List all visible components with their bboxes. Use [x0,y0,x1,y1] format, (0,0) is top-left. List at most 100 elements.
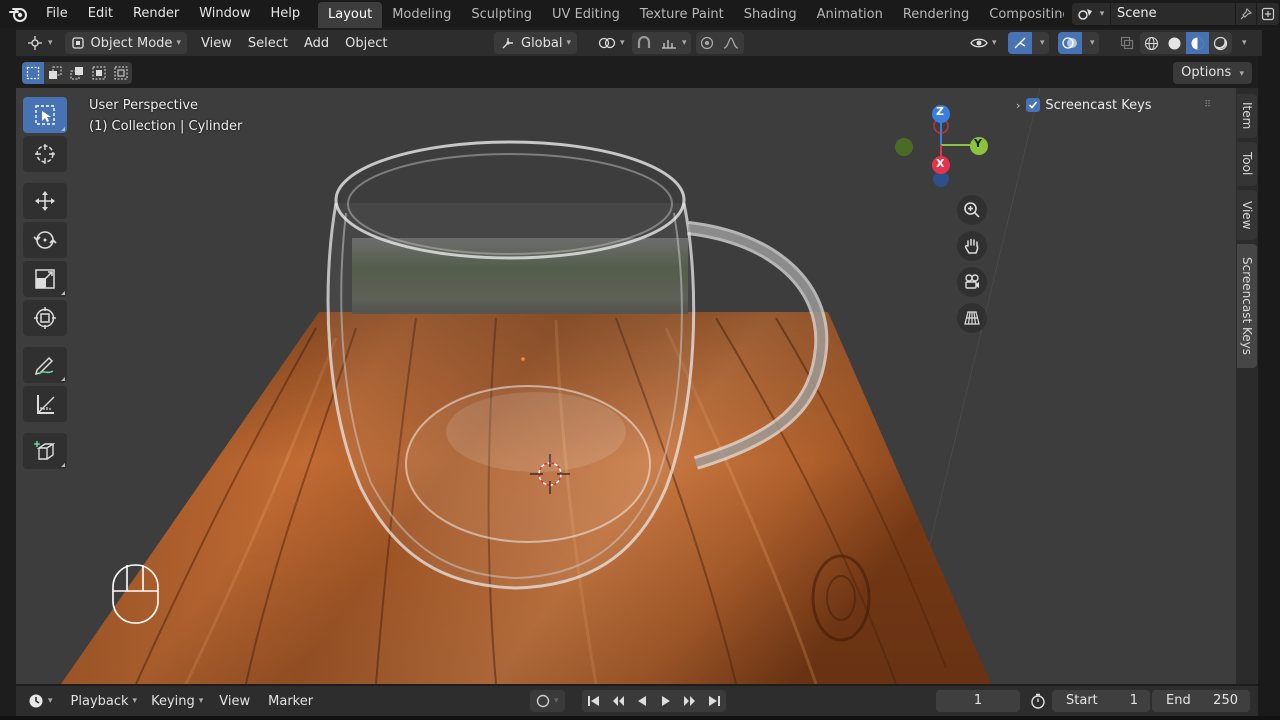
tab-rendering[interactable]: Rendering [893,2,979,28]
pivot-icon [598,37,616,49]
menu-select[interactable]: Select [242,32,294,54]
falloff-dropdown[interactable] [718,32,744,54]
tool-annotate[interactable] [23,347,67,383]
tab-layout[interactable]: Layout [318,2,383,28]
overlays-toggle[interactable] [1058,32,1082,54]
screencast-panel-header[interactable]: › Screencast Keys ⠿ [1016,94,1226,116]
drag-handle-icon[interactable]: ⠿ [1204,100,1211,110]
visibility-dropdown[interactable]: ▾ [964,32,1003,54]
tab-sculpting[interactable]: Sculpting [461,2,542,28]
tool-move[interactable] [23,183,67,219]
snap-toggle[interactable] [632,32,656,54]
scene-browse-button[interactable]: ▾ [1072,3,1110,25]
tool-cursor[interactable] [23,136,67,172]
transform-orientation-dropdown[interactable]: Global ▾ [494,32,578,54]
play-reverse-icon[interactable] [630,690,654,712]
camera-view-button[interactable] [957,267,987,297]
menu-help[interactable]: Help [261,2,311,26]
tool-scale[interactable] [23,261,67,297]
options-label: Options [1181,65,1232,80]
sidebar-tab-view[interactable]: View [1237,190,1257,240]
auto-keying-toggle[interactable]: ▾ [530,690,565,712]
tool-settings-row: Options ▾ [16,58,1262,88]
menu-object[interactable]: Object [339,32,393,54]
tab-animation[interactable]: Animation [807,2,893,28]
menu-add[interactable]: Add [298,32,335,54]
tab-uv-editing[interactable]: UV Editing [542,2,630,28]
screencast-checkbox[interactable] [1026,98,1041,112]
sidebar-tab-tool[interactable]: Tool [1237,142,1257,186]
select-subtract-mode[interactable] [66,62,88,84]
options-dropdown[interactable]: Options ▾ [1173,62,1252,84]
xray-toggle[interactable] [1114,32,1140,54]
tool-transform[interactable] [23,300,67,336]
tool-select-box[interactable] [23,97,67,133]
object-mode-icon [71,37,84,49]
chevron-down-icon: ▾ [48,38,53,48]
menu-timeline-view[interactable]: View [213,690,256,712]
pivot-point-dropdown[interactable]: ▾ [592,32,631,54]
select-intersect-icon [114,66,128,80]
jump-keyframe-back-icon[interactable] [606,690,630,712]
current-frame-field[interactable]: 1 [936,690,1020,712]
menu-window[interactable]: Window [189,2,260,26]
select-extend-mode[interactable] [44,62,66,84]
menu-marker[interactable]: Marker [262,690,319,712]
jump-end-icon[interactable] [702,690,726,712]
select-new-mode[interactable] [22,62,44,84]
shading-rendered[interactable] [1209,32,1232,54]
menu-playback[interactable]: Playback ▾ [65,690,144,712]
shading-solid[interactable] [1163,32,1186,54]
proportional-edit-toggle[interactable] [696,32,718,54]
timeline-editor-type-button[interactable]: ▾ [22,690,59,712]
menu-edit[interactable]: Edit [78,2,123,26]
shading-material-preview[interactable] [1186,32,1209,54]
shading-wireframe[interactable] [1140,32,1163,54]
end-frame-field[interactable]: End 250 [1152,690,1250,712]
rendered-sphere-icon [1213,36,1228,50]
overlays-dropdown[interactable]: ▾ [1082,32,1099,54]
tab-texture-paint[interactable]: Texture Paint [630,2,734,28]
sidebar-tab-screencast-keys[interactable]: Screencast Keys [1237,244,1257,368]
tab-shading[interactable]: Shading [734,2,807,28]
mode-dropdown[interactable]: Object Mode ▾ [64,32,187,54]
pin-icon[interactable] [1236,3,1256,25]
scene-name-field[interactable]: Scene [1111,3,1235,25]
new-scene-icon[interactable] [1257,3,1279,25]
editor-type-button[interactable]: ▾ [20,32,59,54]
perspective-toggle-button[interactable] [957,303,987,333]
select-invert-mode[interactable] [88,62,110,84]
pan-button[interactable] [957,231,987,261]
menu-file[interactable]: File [36,2,78,26]
menu-view[interactable]: View [195,32,238,54]
zoom-button[interactable] [957,195,987,225]
start-frame-field[interactable]: Start 1 [1052,690,1150,712]
menu-render[interactable]: Render [123,2,189,26]
tool-variants-indicator [61,463,65,467]
chevron-right-icon[interactable]: › [1016,99,1020,112]
tool-rotate[interactable] [23,222,67,258]
preview-range-toggle[interactable] [1026,690,1050,712]
snap-increment-icon [662,40,676,49]
tool-add-cube[interactable] [23,433,67,469]
3d-viewport[interactable]: Z Y X User Perspective (1) Collection | … [16,88,1236,684]
gizmo-toggle-group: ▾ [1008,32,1049,54]
tab-compositing[interactable]: Compositing [979,2,1064,28]
play-icon[interactable] [654,690,678,712]
tab-modeling[interactable]: Modeling [382,2,461,28]
jump-keyframe-forward-icon[interactable] [678,690,702,712]
menu-keying[interactable]: Keying ▾ [145,690,209,712]
stopwatch-icon [1031,693,1045,709]
record-icon [536,694,550,708]
select-intersect-mode[interactable] [110,62,132,84]
shading-options-dropdown[interactable]: ▾ [1238,32,1251,54]
blender-logo-icon[interactable] [0,0,36,28]
snap-target-dropdown[interactable]: ▾ [656,32,691,54]
jump-start-icon[interactable] [582,690,606,712]
gizmo-dropdown[interactable]: ▾ [1032,32,1049,54]
tool-variants-indicator [61,127,65,131]
tool-measure[interactable] [23,386,67,422]
gizmo-toggle[interactable] [1008,32,1032,54]
sidebar-tab-item[interactable]: Item [1237,94,1257,138]
right-border [1258,30,1280,720]
